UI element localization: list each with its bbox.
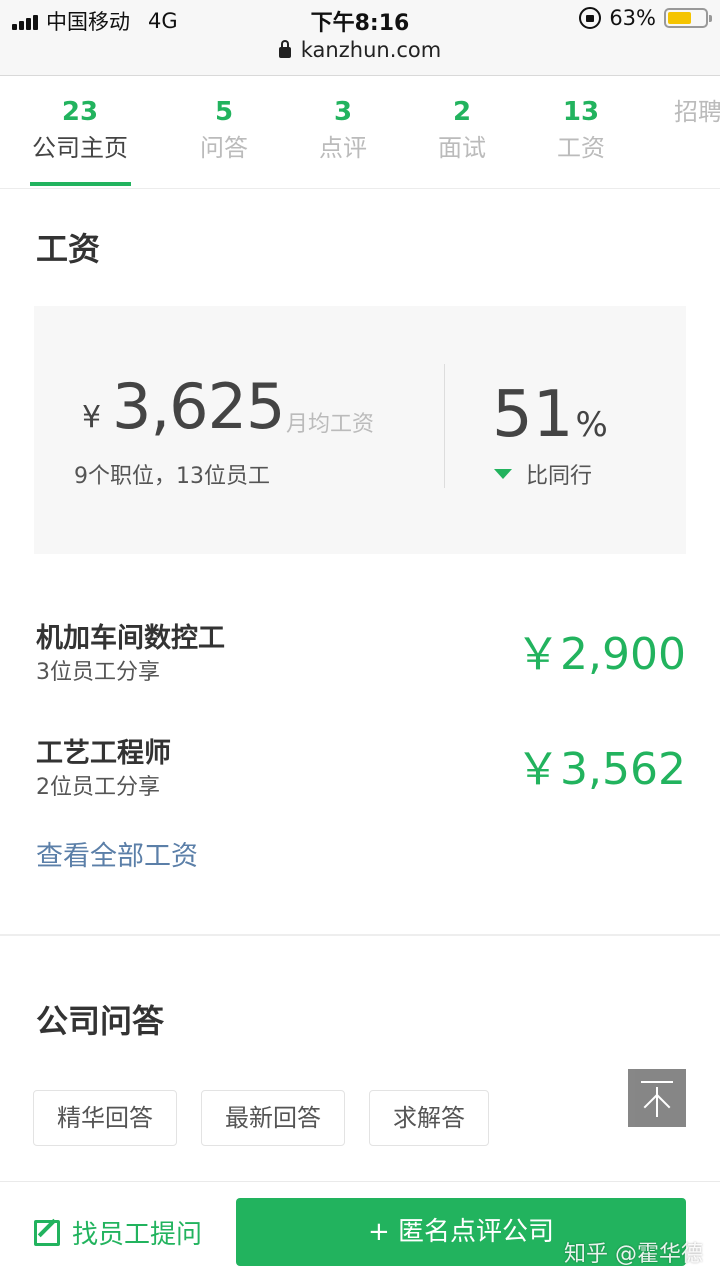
tab-label: 面试 — [438, 134, 486, 162]
average-salary: 3,625 — [112, 370, 285, 443]
peer-percentage: 51% — [492, 378, 608, 452]
currency-symbol: ¥ — [82, 400, 102, 435]
job-share-count: 2位员工分享 — [36, 775, 160, 800]
qa-section-title: 公司问答 — [36, 1002, 165, 1040]
lock-icon — [278, 40, 291, 58]
peer-compare: 比同行 — [492, 458, 592, 490]
tab-label: 工资 — [557, 134, 605, 162]
average-salary-label: 月均工资 — [286, 412, 375, 437]
section-divider — [0, 934, 720, 936]
tab-interviews[interactable]: 2 面试 — [402, 77, 522, 189]
tab-label: 点评 — [319, 134, 367, 162]
tab-label: 招聘 — [674, 98, 720, 126]
salary-job-row[interactable]: 工艺工程师 2位员工分享 ￥3,562 — [36, 731, 686, 811]
arrow-stem — [656, 1087, 658, 1117]
company-tabs: 23 公司主页 5 问答 3 点评 2 面试 13 工资 招聘 — [0, 77, 720, 189]
triangle-down-icon — [494, 469, 512, 479]
tab-count: 5 — [214, 97, 234, 127]
arrow-head-right — [656, 1094, 671, 1109]
tab-reviews[interactable]: 3 点评 — [283, 77, 403, 189]
job-salary: ￥3,562 — [516, 744, 686, 795]
tab-qa[interactable]: 5 问答 — [164, 77, 284, 189]
arrow-up-icon — [641, 1081, 673, 1083]
tab-jobs[interactable]: 招聘 — [662, 77, 720, 189]
tab-count: 23 — [61, 97, 99, 127]
job-salary: ￥2,900 — [516, 629, 686, 680]
edit-icon — [34, 1219, 60, 1246]
filter-latest-answers[interactable]: 最新回答 — [201, 1090, 345, 1146]
battery-fill — [668, 12, 691, 24]
filter-featured-answers[interactable]: 精华回答 — [33, 1090, 177, 1146]
job-share-count: 3位员工分享 — [36, 660, 160, 685]
ask-employee-label: 找员工提问 — [72, 1220, 203, 1250]
tab-count: 3 — [333, 97, 353, 127]
tab-salary[interactable]: 13 工资 — [521, 77, 641, 189]
watermark: 知乎 @霍华德 — [564, 1242, 703, 1267]
view-all-salaries-link[interactable]: 查看全部工资 — [36, 834, 198, 873]
address-bar[interactable]: kanzhun.com — [0, 38, 720, 62]
filter-unanswered[interactable]: 求解答 — [369, 1090, 489, 1146]
status-bar: 中国移动 4G 下午8:16 63% kanzhun.com — [0, 0, 720, 76]
url-text: kanzhun.com — [300, 38, 442, 62]
percent-sign: % — [575, 405, 608, 445]
salary-job-row[interactable]: 机加车间数控工 3位员工分享 ￥2,900 — [36, 616, 686, 696]
tab-company-home[interactable]: 23 公司主页 — [20, 77, 140, 189]
battery-percent: 63% — [609, 6, 656, 30]
tab-count: 2 — [452, 97, 472, 127]
back-to-top-button[interactable] — [628, 1069, 686, 1127]
positions-employees-count: 9个职位，13位员工 — [74, 464, 270, 489]
peer-compare-label: 比同行 — [526, 464, 593, 489]
status-right: 63% — [579, 6, 712, 30]
job-title: 工艺工程师 — [36, 738, 171, 769]
salary-summary-card[interactable]: ¥ 3,625 月均工资 9个职位，13位员工 51% 比同行 — [34, 306, 686, 554]
rotation-lock-icon — [579, 7, 602, 29]
salary-section-title: 工资 — [36, 230, 101, 268]
battery-icon — [664, 8, 712, 28]
tab-label: 公司主页 — [32, 134, 128, 162]
tab-label: 问答 — [200, 134, 248, 162]
ask-employee-button[interactable]: 找员工提问 — [34, 1214, 202, 1251]
tab-count: 13 — [562, 97, 600, 127]
job-title: 机加车间数控工 — [36, 623, 225, 654]
qa-filters: 精华回答 最新回答 求解答 — [33, 1090, 489, 1146]
percent-value: 51 — [492, 378, 574, 452]
summary-divider — [444, 364, 445, 488]
active-tab-indicator — [30, 182, 131, 186]
